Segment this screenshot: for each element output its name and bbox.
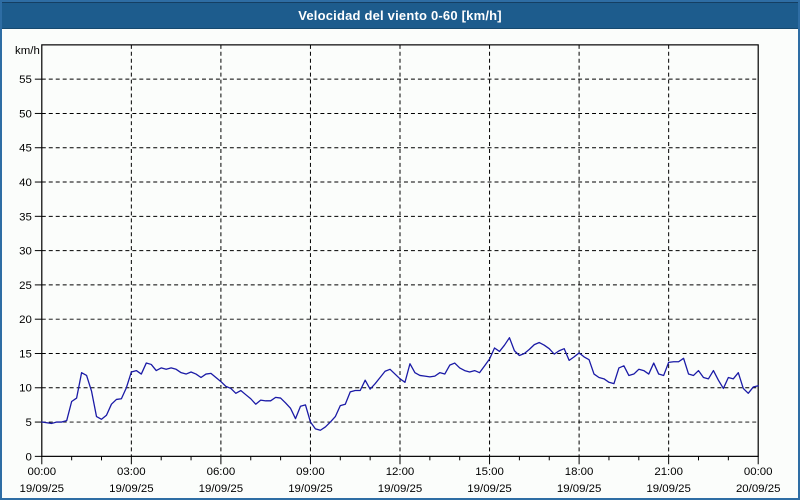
y-tick-label: 15 <box>19 348 32 360</box>
x-tick-date-label: 20/09/25 <box>736 483 780 495</box>
x-tick-date-label: 19/09/25 <box>288 483 332 495</box>
x-tick-date-label: 19/09/25 <box>646 483 690 495</box>
y-tick-label: 0 <box>25 451 31 463</box>
x-tick-date-label: 19/09/25 <box>557 483 601 495</box>
x-tick-date-label: 19/09/25 <box>199 483 243 495</box>
y-tick-label: 45 <box>19 143 32 155</box>
x-tick-time-label: 06:00 <box>207 466 236 478</box>
x-tick-date-label: 19/09/25 <box>109 483 153 495</box>
x-tick-time-label: 12:00 <box>386 466 415 478</box>
x-tick-time-label: 00:00 <box>744 466 773 478</box>
x-tick-time-label: 00:00 <box>28 466 57 478</box>
y-tick-label: 35 <box>19 211 32 223</box>
chart-title: Velocidad del viento 0-60 [km/h] <box>298 8 502 23</box>
y-tick-label: 10 <box>19 383 32 395</box>
wind-speed-chart: 0 5 10 15 20 25 30 35 40 45 50 55 km/h 00:00 19/09/25 0… <box>2 29 798 498</box>
y-tick-label: 20 <box>19 314 32 326</box>
y-tick-label: 25 <box>19 280 32 292</box>
x-tick-time-label: 03:00 <box>117 466 146 478</box>
y-tick-label: 40 <box>19 177 32 189</box>
x-tick-date-label: 19/09/25 <box>378 483 422 495</box>
y-axis-unit-label: km/h <box>15 45 40 57</box>
x-tick-time-label: 21:00 <box>654 466 683 478</box>
x-tick-date-label: 19/09/25 <box>467 483 511 495</box>
y-tick-label: 50 <box>19 108 32 120</box>
y-tick-label: 30 <box>19 246 32 258</box>
chart-window: Velocidad del viento 0-60 [km/h] 0 5 10 15 2… <box>0 0 800 500</box>
chart-area: 0 5 10 15 20 25 30 35 40 45 50 55 km/h 00:00 19/09/25 0… <box>2 29 798 498</box>
y-tick-label: 5 <box>25 417 31 429</box>
x-tick-time-label: 18:00 <box>565 466 594 478</box>
x-tick-time-label: 15:00 <box>475 466 504 478</box>
x-tick-time-label: 09:00 <box>296 466 325 478</box>
y-tick-label: 55 <box>19 74 32 86</box>
x-tick-date-label: 19/09/25 <box>20 483 64 495</box>
titlebar: Velocidad del viento 0-60 [km/h] <box>2 2 798 29</box>
